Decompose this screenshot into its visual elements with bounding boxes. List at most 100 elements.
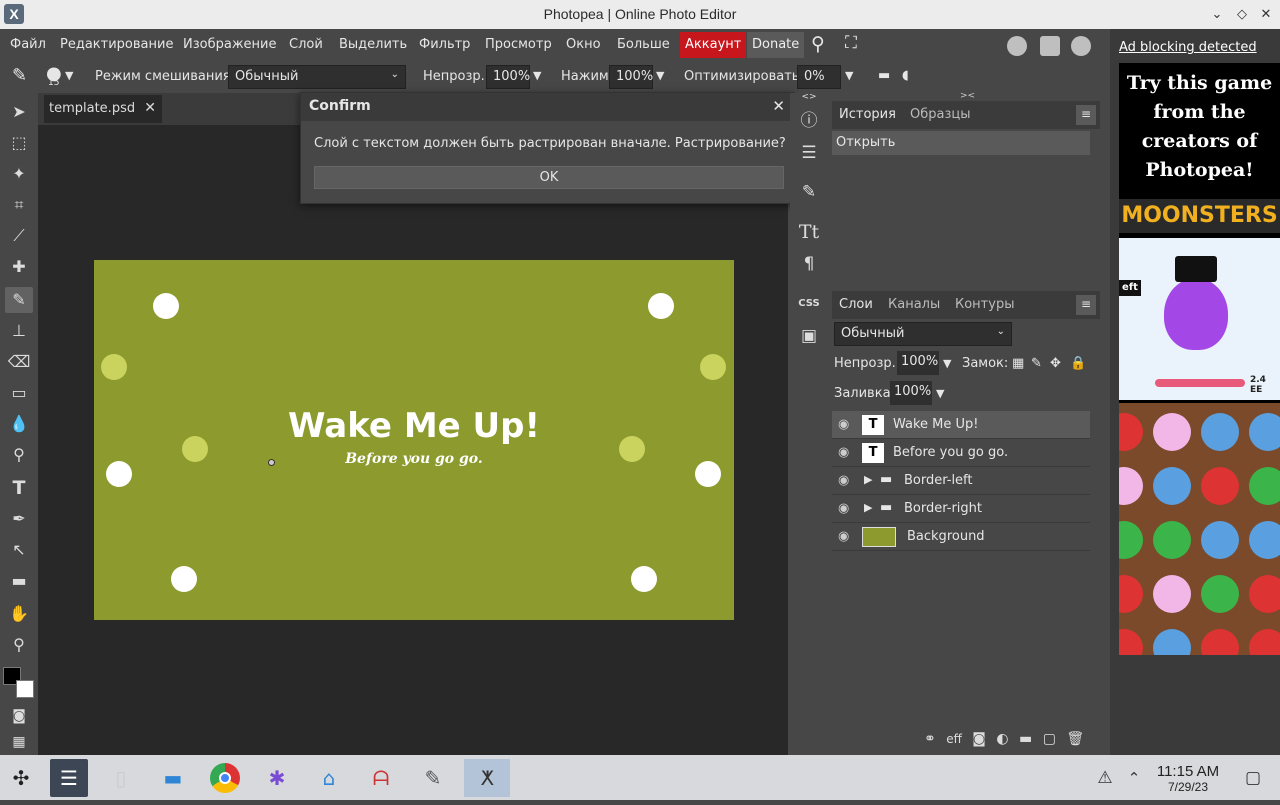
quick-mask-icon[interactable]: ◙ [5, 703, 33, 729]
donate-button[interactable]: Donate [747, 32, 805, 58]
headline-text[interactable]: Wake Me Up! [94, 406, 734, 446]
menu-layer[interactable]: Слой [289, 37, 323, 52]
layer-row[interactable]: ◉ T Before you go go. [832, 439, 1090, 467]
magic-wand-tool-icon[interactable]: ✦ [5, 161, 33, 187]
layer-row[interactable]: ◉ T Wake Me Up! [832, 411, 1090, 439]
visibility-eye-icon[interactable]: ◉ [838, 529, 849, 544]
new-layer-icon[interactable]: ▢ [1043, 731, 1056, 747]
pressure-dropdown-icon[interactable]: ▼ [656, 69, 664, 82]
pen-pressure-icon[interactable]: ◖ [902, 68, 909, 83]
adjustments-icon[interactable]: ☰ [796, 140, 822, 166]
visibility-eye-icon[interactable]: ◉ [838, 501, 849, 516]
folder-app-icon[interactable]: ▬ [154, 759, 192, 797]
layers-menu-icon[interactable]: ≡ [1076, 295, 1096, 315]
minimize-icon[interactable]: ⌄ [1208, 5, 1226, 23]
ad-banner[interactable]: Try this game from the creators of Photo… [1119, 63, 1280, 655]
tab-history[interactable]: История [839, 107, 896, 122]
menu-edit[interactable]: Редактирование [60, 37, 173, 52]
expand-arrow-icon[interactable]: ▶ [864, 473, 872, 486]
facebook-icon[interactable] [1071, 36, 1091, 56]
subline-text[interactable]: Before you go go. [94, 451, 734, 467]
brush-preset-dropdown-icon[interactable]: ▼ [65, 69, 73, 82]
expand-arrow-icon[interactable]: ▶ [864, 501, 872, 514]
account-button[interactable]: Аккаунт [680, 32, 747, 58]
menu-view[interactable]: Просмотр [485, 37, 552, 52]
reddit-icon[interactable] [1007, 36, 1027, 56]
close-tab-icon[interactable]: ✕ [144, 100, 156, 116]
ok-button[interactable]: OK [314, 166, 784, 189]
tab-swatches[interactable]: Образцы [910, 107, 971, 122]
tray-expand-icon[interactable]: ⌃ [1120, 759, 1148, 797]
lock-all-icon[interactable]: 🔒 [1070, 356, 1086, 371]
adjustment-layer-icon[interactable]: ◐ [996, 731, 1008, 747]
chrome-app-icon[interactable] [206, 759, 244, 797]
shape-tool-icon[interactable]: ▬ [5, 568, 33, 594]
background-color-swatch[interactable] [16, 680, 34, 698]
lock-paint-icon[interactable]: ✎ [1031, 356, 1042, 371]
menu-image[interactable]: Изображение [183, 37, 276, 52]
screen-mode-icon[interactable]: ▦ [5, 729, 33, 755]
close-window-icon[interactable]: ✕ [1257, 5, 1275, 23]
crop-tool-icon[interactable]: ⌗ [5, 192, 33, 218]
visibility-eye-icon[interactable]: ◉ [838, 473, 849, 488]
history-item[interactable]: Открыть [832, 131, 1090, 155]
clock[interactable]: 11:15 AM 7/29/23 [1150, 763, 1226, 794]
new-group-icon[interactable]: ▬ [1019, 731, 1032, 747]
blend-mode-select[interactable]: Обычный ⌄ [228, 65, 406, 89]
tab-paths[interactable]: Контуры [955, 297, 1014, 312]
layer-row[interactable]: ◉ ▶ ▬ Border-right [832, 495, 1090, 523]
zoom-tool-icon[interactable]: ⚲ [5, 632, 33, 658]
fill-field[interactable]: 100% [890, 381, 932, 405]
stamp-tool-icon[interactable]: ⊥ [5, 318, 33, 344]
notifications-icon[interactable]: ⚠ [1090, 759, 1120, 797]
info-icon[interactable]: ⓘ [796, 108, 822, 134]
menu-file[interactable]: Файл [10, 37, 46, 52]
marquee-tool-icon[interactable]: ⬚ [5, 130, 33, 156]
type-tool-icon[interactable]: T [5, 475, 33, 501]
lock-move-icon[interactable]: ✥ [1050, 356, 1061, 371]
eyedropper-tool-icon[interactable]: ⟋ [5, 223, 33, 249]
search-icon[interactable]: ⚲ [811, 33, 825, 55]
optimize-dropdown-icon[interactable]: ▼ [845, 69, 853, 82]
lock-pixels-icon[interactable]: ▦ [1012, 356, 1024, 371]
twitter-icon[interactable] [1040, 36, 1060, 56]
show-desktop-icon[interactable]: ▢ [1238, 759, 1268, 797]
brush-tool-icon[interactable]: ✎ [12, 65, 27, 86]
menu-window[interactable]: Окно [566, 37, 601, 52]
panel-collapse-icon[interactable]: >< [960, 91, 975, 101]
paint-app-icon[interactable]: ✱ [258, 759, 296, 797]
opacity-field[interactable]: 100% [486, 65, 530, 89]
history-menu-icon[interactable]: ≡ [1076, 105, 1096, 125]
move-tool-icon[interactable]: ➤ [5, 99, 33, 125]
hand-tool-icon[interactable]: ✋ [5, 601, 33, 627]
delete-layer-icon[interactable]: 🗑 [1066, 731, 1084, 747]
fx-icon[interactable]: eff [946, 732, 962, 746]
menu-more[interactable]: Больше [617, 37, 670, 52]
file-app-icon[interactable]: ▯ [102, 759, 140, 797]
path-select-tool-icon[interactable]: ↖ [5, 537, 33, 563]
blur-tool-icon[interactable]: 💧 [5, 411, 33, 437]
document-tab[interactable]: template.psd ✕ [44, 95, 162, 123]
pen-tool-icon[interactable]: ✒ [5, 506, 33, 532]
app-launcher-icon[interactable]: ✣ [2, 759, 40, 797]
image-icon[interactable]: ▣ [796, 323, 822, 349]
layer-row[interactable]: ◉ ▶ ▬ Border-left [832, 467, 1090, 495]
paragraph-icon[interactable]: ¶ [796, 251, 822, 277]
visibility-eye-icon[interactable]: ◉ [838, 417, 849, 432]
layer-opacity-field[interactable]: 100% [897, 351, 939, 375]
character-icon[interactable]: Tt [796, 219, 822, 245]
gradient-tool-icon[interactable]: ▭ [5, 380, 33, 406]
smoothing-icon[interactable]: ▬ [878, 68, 890, 83]
home-folder-app-icon[interactable]: ⌂ [310, 759, 348, 797]
photopea-app-icon[interactable]: ⵅ [464, 759, 510, 797]
settings-app-icon[interactable]: ☰ [50, 759, 88, 797]
mask-icon[interactable]: ◙ [972, 731, 986, 747]
fill-dropdown-icon[interactable]: ▼ [936, 387, 944, 400]
pressure-field[interactable]: 100% [609, 65, 653, 89]
tab-channels[interactable]: Каналы [888, 297, 940, 312]
brush-panel-icon[interactable]: ✎ [796, 179, 822, 205]
css-icon[interactable]: CSS [796, 291, 822, 317]
menu-filter[interactable]: Фильтр [419, 37, 470, 52]
ad-blocking-link[interactable]: Ad blocking detected [1119, 40, 1257, 55]
tab-layers[interactable]: Слои [839, 297, 873, 312]
